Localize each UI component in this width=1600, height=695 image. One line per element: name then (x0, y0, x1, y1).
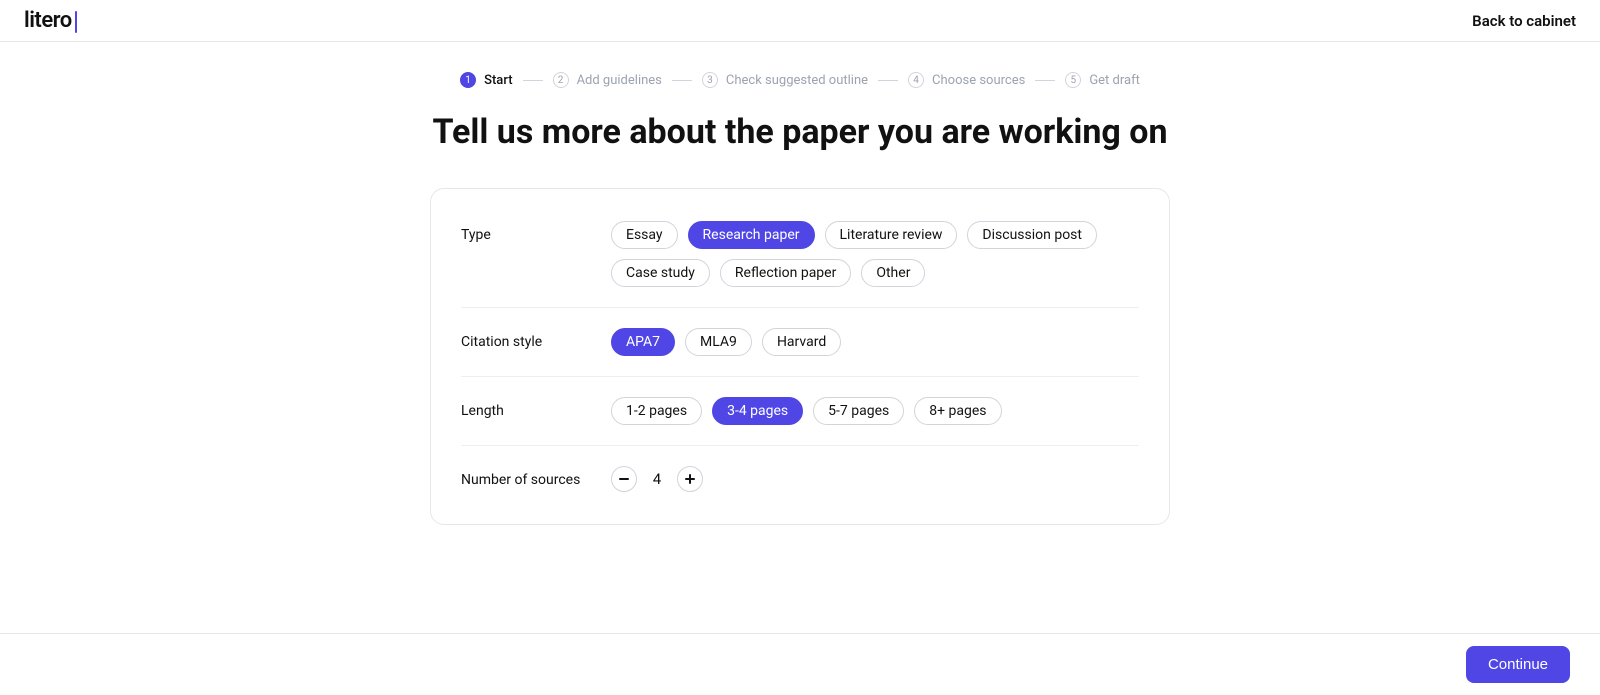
step-number: 5 (1065, 72, 1081, 88)
continue-button[interactable]: Continue (1466, 646, 1570, 683)
length-option-8plus[interactable]: 8+ pages (914, 397, 1001, 425)
type-option-reflection-paper[interactable]: Reflection paper (720, 259, 851, 287)
type-option-discussion-post[interactable]: Discussion post (967, 221, 1097, 249)
step-label: Choose sources (932, 73, 1025, 88)
sources-row: Number of sources 4 (461, 446, 1139, 502)
length-label: Length (461, 397, 611, 419)
citation-row: Citation style APA7 MLA9 Harvard (461, 308, 1139, 377)
type-row: Type Essay Research paper Literature rev… (461, 211, 1139, 308)
logo-cursor-icon (75, 11, 77, 33)
type-option-literature-review[interactable]: Literature review (825, 221, 958, 249)
sources-label: Number of sources (461, 466, 611, 488)
back-to-cabinet-link[interactable]: Back to cabinet (1472, 12, 1576, 30)
progress-steps: 1 Start 2 Add guidelines 3 Check suggest… (0, 72, 1600, 88)
sources-stepper-container: 4 (611, 466, 1139, 492)
step-number: 2 (553, 72, 569, 88)
step-start: 1 Start (460, 72, 512, 88)
step-label: Start (484, 73, 512, 88)
type-option-essay[interactable]: Essay (611, 221, 678, 249)
step-check-outline: 3 Check suggested outline (702, 72, 868, 88)
step-separator (1035, 80, 1055, 81)
footer-bar: Continue (0, 633, 1600, 695)
step-label: Get draft (1089, 73, 1140, 88)
length-option-5-7[interactable]: 5-7 pages (813, 397, 904, 425)
logo-text: litero (24, 8, 72, 33)
length-option-1-2[interactable]: 1-2 pages (611, 397, 702, 425)
step-label: Check suggested outline (726, 73, 868, 88)
step-choose-sources: 4 Choose sources (908, 72, 1025, 88)
type-options: Essay Research paper Literature review D… (611, 221, 1139, 287)
step-add-guidelines: 2 Add guidelines (553, 72, 662, 88)
step-separator (672, 80, 692, 81)
step-separator (878, 80, 898, 81)
sources-decrement-button[interactable] (611, 466, 637, 492)
plus-icon (685, 474, 695, 484)
step-get-draft: 5 Get draft (1065, 72, 1140, 88)
page-title: Tell us more about the paper you are wor… (0, 112, 1600, 152)
length-row: Length 1-2 pages 3-4 pages 5-7 pages 8+ … (461, 377, 1139, 446)
citation-option-harvard[interactable]: Harvard (762, 328, 841, 356)
citation-label: Citation style (461, 328, 611, 350)
minus-icon (619, 478, 629, 480)
sources-increment-button[interactable] (677, 466, 703, 492)
citation-option-mla9[interactable]: MLA9 (685, 328, 752, 356)
step-label: Add guidelines (577, 73, 662, 88)
sources-value: 4 (651, 470, 663, 488)
paper-options-card: Type Essay Research paper Literature rev… (430, 188, 1170, 525)
type-option-case-study[interactable]: Case study (611, 259, 710, 287)
citation-option-apa7[interactable]: APA7 (611, 328, 675, 356)
type-option-research-paper[interactable]: Research paper (688, 221, 815, 249)
type-label: Type (461, 221, 611, 243)
type-option-other[interactable]: Other (861, 259, 925, 287)
step-number: 1 (460, 72, 476, 88)
citation-options: APA7 MLA9 Harvard (611, 328, 1139, 356)
app-header: litero Back to cabinet (0, 0, 1600, 42)
step-separator (523, 80, 543, 81)
step-number: 4 (908, 72, 924, 88)
step-number: 3 (702, 72, 718, 88)
logo: litero (24, 8, 77, 33)
sources-stepper: 4 (611, 466, 703, 492)
length-option-3-4[interactable]: 3-4 pages (712, 397, 803, 425)
length-options: 1-2 pages 3-4 pages 5-7 pages 8+ pages (611, 397, 1139, 425)
